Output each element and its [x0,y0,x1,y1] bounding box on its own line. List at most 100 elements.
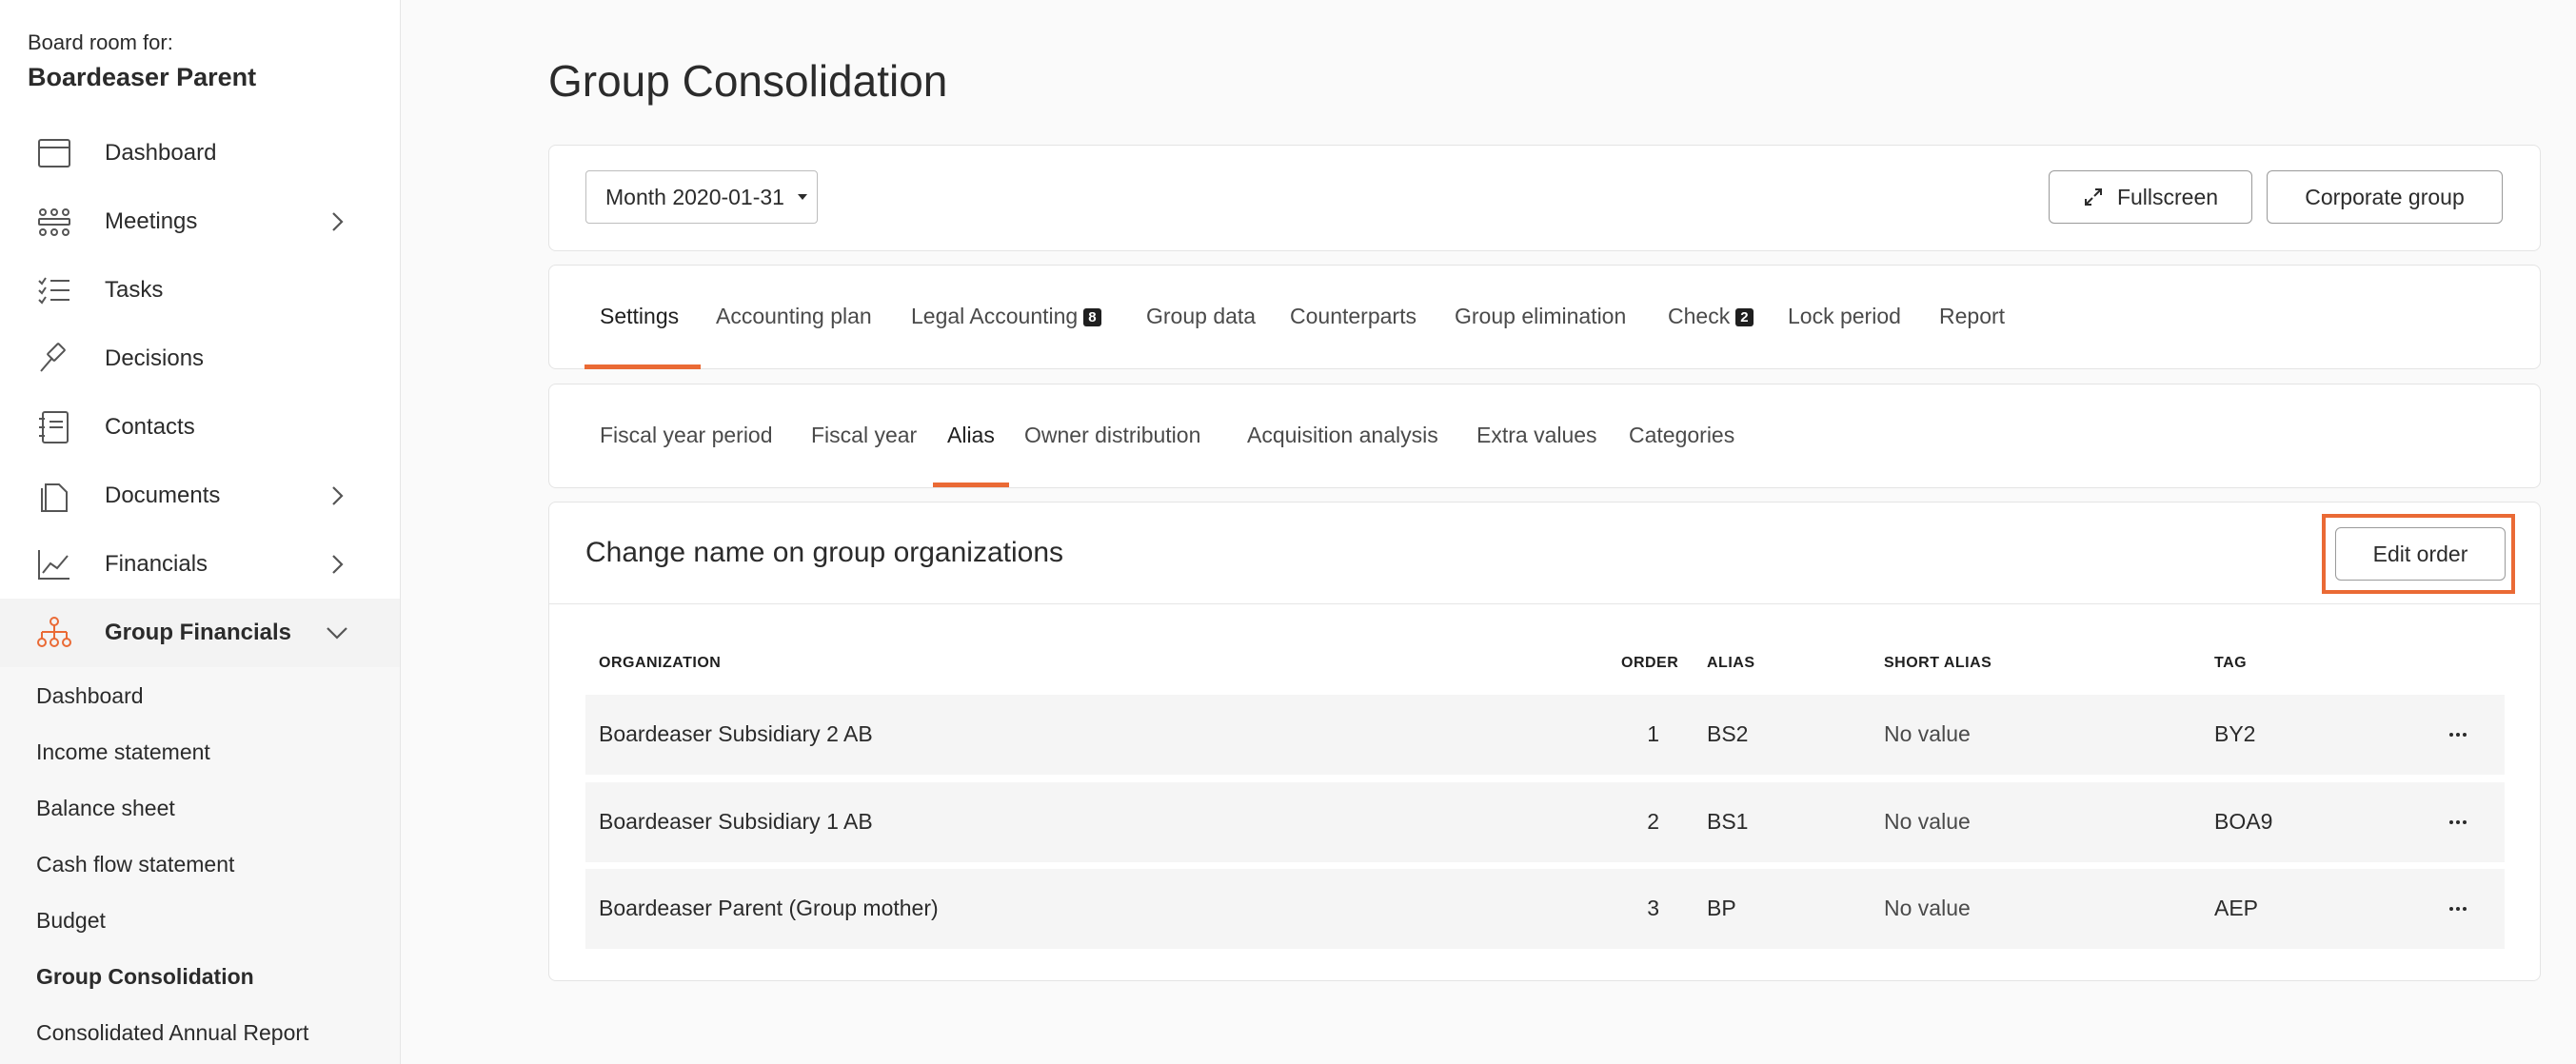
edit-order-label: Edit order [2372,541,2468,566]
subtab-acquisition-analysis[interactable]: Acquisition analysis [1247,423,1438,448]
sidebar: Board room for: Boardeaser Parent Dashbo… [0,0,401,1064]
tab-check[interactable]: Check 2 [1668,304,1754,329]
column-header-organization: ORGANIZATION [599,655,722,671]
sub-tabs: Fiscal year period Fiscal year Alias Own… [548,384,2541,488]
tab-label: Check [1668,304,1731,328]
chevron-right-icon[interactable] [324,208,350,235]
organization-cell: Boardeaser Parent (Group mother) [599,896,939,920]
column-header-tag: TAG [2214,655,2248,671]
sidebar-item-label: Tasks [105,277,164,303]
organization-cell: Boardeaser Subsidiary 1 AB [599,809,873,834]
chevron-right-icon[interactable] [324,483,350,509]
sidebar-item-dashboard[interactable]: Dashboard [0,119,400,187]
page-title: Group Consolidation [548,56,948,106]
fullscreen-label: Fullscreen [2116,184,2219,209]
alias-cell: BS2 [1707,721,1749,746]
caret-down-icon [798,194,807,200]
submenu-item-consolidated-annual-report[interactable]: Consolidated Annual Report [36,1020,308,1046]
tab-lock-period[interactable]: Lock period [1788,304,1901,329]
section-title: Change name on group organizations [585,537,1064,568]
tab-label: Counterparts [1290,304,1417,328]
board-label: Board room for: [28,30,173,54]
subtab-fiscal-year-period[interactable]: Fiscal year period [600,423,773,448]
count-badge: 2 [1735,308,1754,326]
order-cell: 2 [1647,809,1659,834]
count-badge: 8 [1083,308,1101,326]
more-options-icon[interactable] [2447,811,2469,834]
more-options-icon[interactable] [2447,897,2469,920]
alias-table-card: Change name on group organizations Edit … [548,502,2541,981]
gavel-icon [40,343,66,372]
subtab-fiscal-year[interactable]: Fiscal year [811,423,917,448]
sidebar-item-label: Contacts [105,414,195,440]
table-row: Boardeaser Subsidiary 2 AB 1 BS2 No valu… [585,695,2505,775]
submenu-item-income-statement[interactable]: Income statement [36,739,210,765]
edit-order-button[interactable]: Edit order [2335,527,2506,581]
tab-label: Lock period [1788,304,1901,328]
tab-label: Group elimination [1455,304,1627,328]
tab-label: Legal Accounting [911,304,1079,328]
tab-group-data[interactable]: Group data [1146,304,1256,329]
subtab-categories[interactable]: Categories [1629,423,1734,448]
organization-cell: Boardeaser Subsidiary 2 AB [599,721,873,746]
sidebar-item-tasks[interactable]: Tasks [0,256,400,325]
tab-accounting-plan[interactable]: Accounting plan [716,304,872,329]
sidebar-item-financials[interactable]: Financials [0,530,400,599]
tab-report[interactable]: Report [1939,304,2005,329]
column-header-alias: ALIAS [1707,655,1755,671]
table-row: Boardeaser Parent (Group mother) 3 BP No… [585,869,2505,949]
toolbar-card: Month 2020-01-31 Fullscreen Corporate gr… [548,145,2541,251]
board-name: Boardeaser Parent [28,63,257,91]
subtab-owner-distribution[interactable]: Owner distribution [1024,423,1200,448]
chevron-right-icon[interactable] [324,551,350,578]
fullscreen-button[interactable]: Fullscreen [2049,170,2252,224]
tag-cell: AEP [2214,896,2259,920]
sidebar-item-group-financials[interactable]: Group Financials [0,599,400,667]
sidebar-item-meetings[interactable]: Meetings [0,187,400,256]
submenu-item-dashboard[interactable]: Dashboard [36,683,144,709]
tab-active-indicator [585,365,701,369]
subtab-alias[interactable]: Alias [947,423,995,448]
tab-group-elimination[interactable]: Group elimination [1455,304,1626,329]
subtab-active-indicator [933,483,1009,487]
sidebar-item-label: Meetings [105,208,198,234]
calendar-icon [38,139,70,167]
order-cell: 3 [1647,896,1659,920]
month-select-value: Month 2020-01-31 [605,184,784,209]
tab-label: Group data [1146,304,1257,328]
submenu-item-balance-sheet[interactable]: Balance sheet [36,796,175,821]
tab-label: Accounting plan [716,304,872,328]
sidebar-item-decisions[interactable]: Decisions [0,325,400,393]
column-header-order: ORDER [1621,655,1679,671]
tag-cell: BY2 [2214,721,2256,746]
alias-cell: BP [1707,896,1736,920]
order-cell: 1 [1647,721,1659,746]
chevron-down-icon[interactable] [324,620,350,646]
table-row: Boardeaser Subsidiary 1 AB 2 BS1 No valu… [585,782,2505,862]
sidebar-item-documents[interactable]: Documents [0,462,400,530]
sidebar-item-label: Decisions [105,345,205,371]
column-header-short-alias: SHORT ALIAS [1884,655,1992,671]
sidebar-item-label: Financials [105,551,208,577]
org-chart-icon [37,617,71,647]
corporate-group-label: Corporate group [2305,184,2465,209]
corporate-group-button[interactable]: Corporate group [2267,170,2503,224]
meeting-icon [38,208,70,236]
subtab-extra-values[interactable]: Extra values [1476,423,1597,448]
month-select[interactable]: Month 2020-01-31 [585,170,818,224]
documents-icon [41,483,68,512]
tab-counterparts[interactable]: Counterparts [1290,304,1417,329]
tab-legal-accounting[interactable]: Legal Accounting 8 [911,304,1101,329]
tab-settings[interactable]: Settings [600,304,679,329]
submenu-item-group-consolidation[interactable]: Group Consolidation [36,964,254,990]
submenu-item-budget[interactable]: Budget [36,908,106,934]
main-tabs: Settings Accounting plan Legal Accountin… [548,265,2541,369]
sidebar-item-label: Documents [105,483,221,508]
sidebar-item-label: Group Financials [105,620,292,645]
tasks-icon [38,277,69,305]
more-options-icon[interactable] [2447,723,2469,746]
submenu-item-cash-flow-statement[interactable]: Cash flow statement [36,852,234,877]
tab-label: Report [1939,304,2006,328]
sidebar-item-contacts[interactable]: Contacts [0,393,400,462]
expand-icon [2084,188,2102,206]
